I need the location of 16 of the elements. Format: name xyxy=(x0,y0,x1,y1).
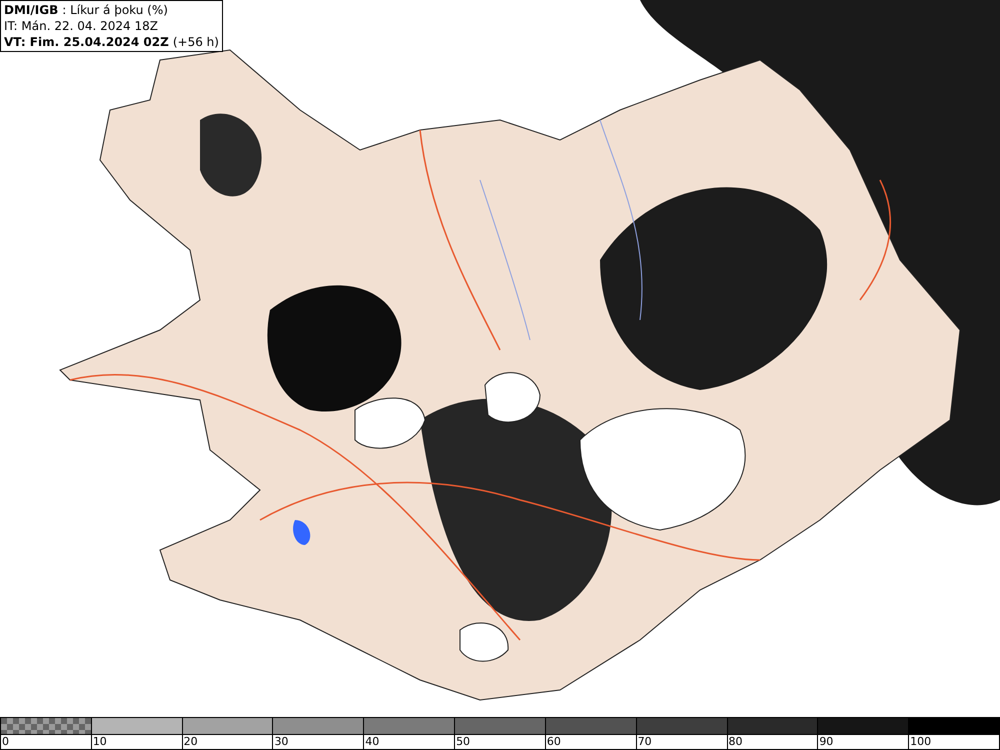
legend-label: 60 xyxy=(546,735,561,749)
map-title: : Líkur á þoku (%) xyxy=(62,2,168,18)
lead-time: (+56 h) xyxy=(172,34,219,50)
legend-label: 20 xyxy=(182,735,198,749)
source-label: DMI/IGB xyxy=(4,2,58,18)
legend-label: 30 xyxy=(273,735,288,749)
legend-label: 10 xyxy=(92,735,107,749)
legend-label: 90 xyxy=(818,735,834,749)
legend-label: 50 xyxy=(455,735,470,749)
legend-label: 100 xyxy=(909,735,932,749)
legend-label: 0 xyxy=(1,735,9,749)
legend-label: 40 xyxy=(364,735,380,749)
valid-time: VT: Fim. 25.04.2024 02Z xyxy=(4,34,169,50)
legend-label: 70 xyxy=(636,735,652,749)
legend-label: 80 xyxy=(728,735,742,749)
issue-time: IT: Mán. 22. 04. 2024 18Z xyxy=(4,18,158,34)
